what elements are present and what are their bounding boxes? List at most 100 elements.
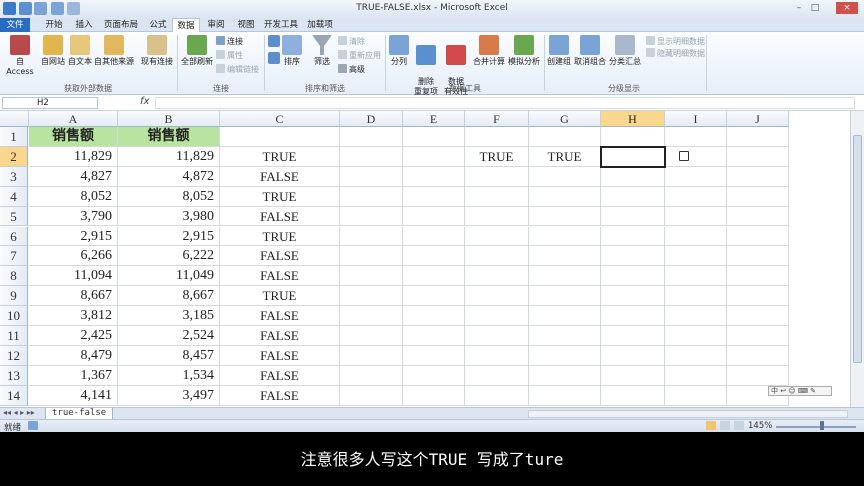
cell-a8[interactable]: 11,094 — [29, 266, 118, 287]
cell-i11[interactable] — [665, 326, 727, 346]
cell-e6[interactable] — [403, 226, 465, 247]
row-header-1[interactable]: 1 — [0, 127, 28, 147]
cell-e4[interactable] — [403, 186, 465, 207]
macro-record-icon[interactable] — [28, 421, 38, 430]
cell-f7[interactable] — [465, 246, 529, 267]
close-icon[interactable]: × — [836, 2, 858, 14]
cell-b14[interactable]: 3,497 — [118, 385, 220, 406]
cell-c10[interactable]: FALSE — [220, 306, 340, 326]
cell-c2[interactable]: TRUE — [220, 146, 340, 167]
cell-f13[interactable] — [465, 365, 529, 386]
cell-e12[interactable] — [403, 345, 465, 366]
cell-e8[interactable] — [403, 266, 465, 287]
normal-view-icon[interactable] — [706, 421, 716, 430]
cell-c14[interactable]: FALSE — [220, 385, 340, 406]
cell-e11[interactable] — [403, 326, 465, 346]
cell-h14[interactable] — [601, 385, 665, 406]
from-web-button[interactable]: 自网站 — [40, 35, 66, 67]
ime-toolbar[interactable]: 中 ↩ ☺ ⌨ ✎ — [768, 386, 832, 396]
cell-j2[interactable] — [727, 146, 789, 167]
cell-f2[interactable]: TRUE — [465, 146, 529, 167]
ungroup-button[interactable]: 取消组合 — [573, 35, 607, 67]
connections-button[interactable]: 连接 — [216, 36, 243, 47]
cell-a11[interactable]: 2,425 — [29, 326, 118, 346]
cell-b8[interactable]: 11,049 — [118, 266, 220, 287]
refresh-all-button[interactable]: 全部刷新 — [180, 35, 214, 67]
cell-c5[interactable]: FALSE — [220, 206, 340, 227]
cell-h5[interactable] — [601, 206, 665, 227]
cell-j6[interactable] — [727, 226, 789, 247]
cell-a10[interactable]: 3,812 — [29, 306, 118, 326]
from-other-sources-button[interactable]: 自其他来源 — [94, 35, 134, 67]
cell-a12[interactable]: 8,479 — [29, 345, 118, 366]
cell-c13[interactable]: FALSE — [220, 365, 340, 386]
tab-insert[interactable]: 插入 — [70, 18, 98, 32]
cell-b9[interactable]: 8,667 — [118, 286, 220, 307]
advanced-filter-button[interactable]: 高级 — [338, 64, 365, 75]
cell-b6[interactable]: 2,915 — [118, 226, 220, 247]
cell-h3[interactable] — [601, 166, 665, 187]
cell-f3[interactable] — [465, 166, 529, 187]
cell-b13[interactable]: 1,534 — [118, 365, 220, 386]
cell-i13[interactable] — [665, 365, 727, 386]
cell-a5[interactable]: 3,790 — [29, 206, 118, 227]
reapply-button[interactable]: 重新应用 — [338, 50, 381, 61]
cell-j4[interactable] — [727, 186, 789, 207]
cell-f4[interactable] — [465, 186, 529, 207]
tab-review[interactable]: 审阅 — [202, 18, 230, 32]
cell-f11[interactable] — [465, 326, 529, 346]
cell-i1[interactable] — [665, 127, 727, 147]
cell-g5[interactable] — [529, 206, 601, 227]
cell-a1[interactable]: 销售额 — [29, 127, 118, 147]
cell-f9[interactable] — [465, 286, 529, 307]
column-header-g[interactable]: G — [529, 111, 601, 127]
properties-button[interactable]: 属性 — [216, 50, 243, 61]
cell-i12[interactable] — [665, 345, 727, 366]
cell-g6[interactable] — [529, 226, 601, 247]
zoom-slider-thumb[interactable] — [820, 421, 824, 430]
cell-d5[interactable] — [340, 206, 403, 227]
cell-c6[interactable]: TRUE — [220, 226, 340, 247]
consolidate-button[interactable]: 合并计算 — [472, 35, 506, 67]
cell-b4[interactable]: 8,052 — [118, 186, 220, 207]
cell-h9[interactable] — [601, 286, 665, 307]
cell-i9[interactable] — [665, 286, 727, 307]
cell-d9[interactable] — [340, 286, 403, 307]
existing-connections-button[interactable]: 现有连接 — [138, 35, 176, 67]
select-all-corner[interactable] — [0, 111, 29, 127]
sort-button[interactable]: 排序 — [282, 35, 302, 67]
cell-h13[interactable] — [601, 365, 665, 386]
show-detail-button[interactable]: 显示明细数据 — [646, 36, 705, 47]
subtotal-button[interactable]: 分类汇总 — [608, 35, 642, 67]
row-header-12[interactable]: 12 — [0, 345, 28, 366]
what-if-analysis-button[interactable]: 模拟分析 — [507, 35, 541, 67]
row-header-9[interactable]: 9 — [0, 286, 28, 307]
from-text-button[interactable]: 自文本 — [67, 35, 93, 67]
cell-j1[interactable] — [727, 127, 789, 147]
cell-b1[interactable]: 销售额 — [118, 127, 220, 147]
cell-j9[interactable] — [727, 286, 789, 307]
cell-g14[interactable] — [529, 385, 601, 406]
cell-d6[interactable] — [340, 226, 403, 247]
cell-i6[interactable] — [665, 226, 727, 247]
sort-za-button[interactable] — [267, 52, 281, 66]
row-header-5[interactable]: 5 — [0, 206, 28, 227]
cell-b11[interactable]: 2,524 — [118, 326, 220, 346]
cell-a6[interactable]: 2,915 — [29, 226, 118, 247]
cell-j12[interactable] — [727, 345, 789, 366]
cell-c12[interactable]: FALSE — [220, 345, 340, 366]
cell-d4[interactable] — [340, 186, 403, 207]
cell-d1[interactable] — [340, 127, 403, 147]
cell-j11[interactable] — [727, 326, 789, 346]
cell-c8[interactable]: FALSE — [220, 266, 340, 287]
cell-e9[interactable] — [403, 286, 465, 307]
cell-d14[interactable] — [340, 385, 403, 406]
cell-g3[interactable] — [529, 166, 601, 187]
cell-b2[interactable]: 11,829 — [118, 146, 220, 167]
zoom-slider[interactable] — [776, 426, 856, 428]
cell-b5[interactable]: 3,980 — [118, 206, 220, 227]
row-header-2[interactable]: 2 — [0, 146, 28, 167]
cell-d11[interactable] — [340, 326, 403, 346]
column-header-h[interactable]: H — [601, 111, 665, 127]
cell-h8[interactable] — [601, 266, 665, 287]
